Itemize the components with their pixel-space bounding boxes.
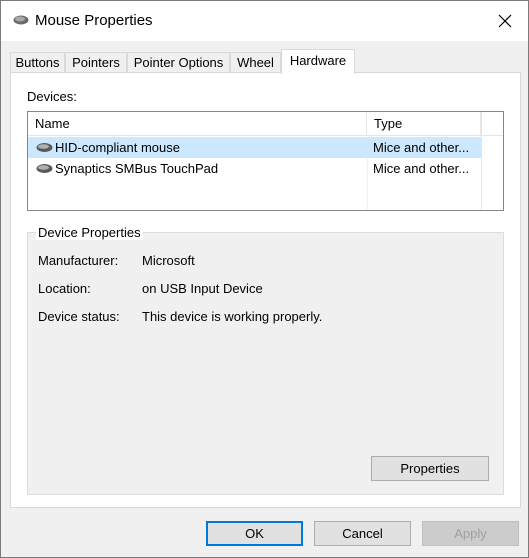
location-label: Location: — [38, 281, 91, 296]
hardware-tab-panel: Devices: Name Type HID-compliant mouse M… — [10, 72, 521, 508]
close-button[interactable] — [482, 1, 528, 41]
devices-label: Devices: — [27, 89, 77, 104]
tab-pointer-options[interactable]: Pointer Options — [127, 52, 230, 73]
column-header-type[interactable]: Type — [367, 112, 481, 136]
device-properties-title: Device Properties — [36, 225, 143, 240]
tab-pointers[interactable]: Pointers — [65, 52, 127, 73]
cancel-button[interactable]: Cancel — [314, 521, 411, 546]
location-value: on USB Input Device — [142, 281, 263, 296]
device-properties-group: Device Properties Manufacturer: Microsof… — [27, 225, 504, 495]
list-empty-column — [481, 112, 503, 210]
properties-button[interactable]: Properties — [371, 456, 489, 481]
devices-list-header: Name Type — [28, 112, 503, 136]
close-icon — [498, 14, 512, 28]
mouse-icon — [13, 15, 29, 25]
device-row-touchpad[interactable]: Synaptics SMBus TouchPad Mice and other.… — [28, 158, 481, 179]
device-name: HID-compliant mouse — [55, 140, 180, 155]
column-header-name[interactable]: Name — [28, 112, 367, 136]
devices-list[interactable]: Name Type HID-compliant mouse Mice and o… — [27, 111, 504, 211]
tab-buttons[interactable]: Buttons — [10, 52, 65, 73]
device-type: Mice and other... — [373, 140, 470, 155]
device-status-value: This device is working properly. — [142, 309, 323, 324]
apply-button[interactable]: Apply — [422, 521, 519, 546]
tab-hardware[interactable]: Hardware — [281, 49, 355, 74]
ok-button[interactable]: OK — [206, 521, 303, 546]
mouse-device-icon — [36, 164, 53, 173]
manufacturer-label: Manufacturer: — [38, 253, 119, 268]
tab-wheel[interactable]: Wheel — [230, 52, 281, 73]
manufacturer-value: Microsoft — [142, 253, 195, 268]
mouse-device-icon — [36, 143, 53, 152]
device-row-hid-mouse[interactable]: HID-compliant mouse Mice and other... — [28, 137, 481, 158]
device-type: Mice and other... — [373, 161, 470, 176]
window-title: Mouse Properties — [35, 12, 153, 29]
mouse-properties-window: Mouse Properties Buttons Pointers Pointe… — [0, 0, 529, 558]
title-bar[interactable]: Mouse Properties — [1, 1, 528, 41]
device-name: Synaptics SMBus TouchPad — [55, 161, 219, 176]
device-status-label: Device status: — [38, 309, 120, 324]
